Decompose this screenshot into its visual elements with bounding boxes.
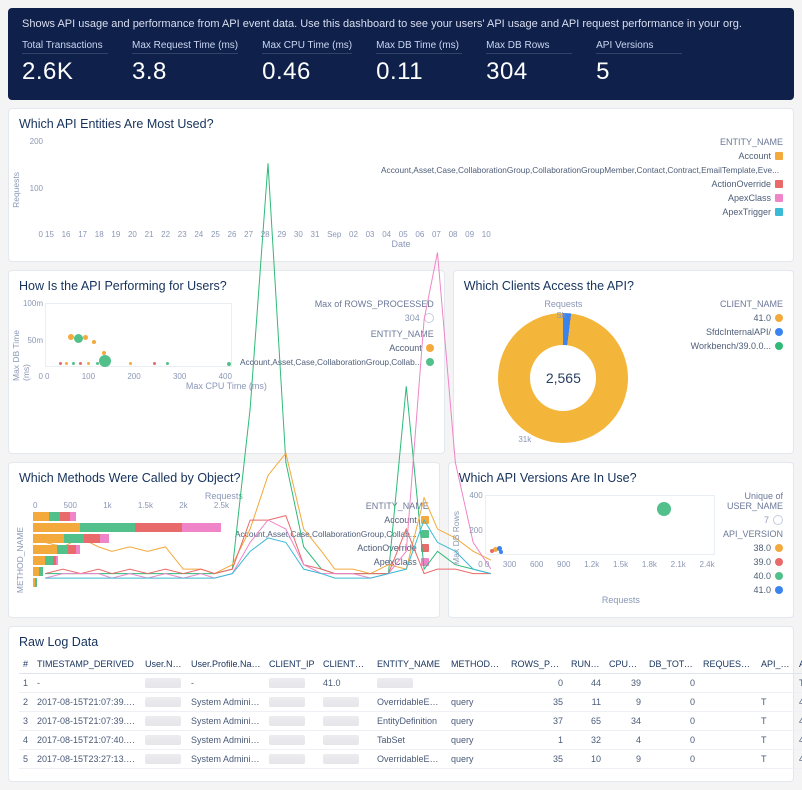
legend-label: 41.0: [753, 313, 771, 323]
legend-item[interactable]: 39.0: [723, 557, 783, 567]
legend-label: 41.0: [753, 585, 771, 595]
legend-item[interactable]: ApexClass: [503, 193, 783, 203]
x-axis-ticks: 0100200300400: [45, 372, 232, 381]
legend-item[interactable]: Account: [503, 151, 783, 161]
y-axis-ticks: 2001000: [21, 137, 43, 239]
kpi-max-request-time[interactable]: Max Request Time (ms) 3.8: [132, 40, 238, 86]
x-axis-ticks: 03006009001.2k1.5k1.8k2.1k2.4k: [485, 560, 715, 569]
kpi-row: Total Transactions 2.6K Max Request Time…: [22, 40, 780, 86]
legend-item[interactable]: Workbench/39.0.0...: [663, 341, 783, 351]
kpi-api-versions[interactable]: API Versions 5: [596, 40, 682, 86]
donut-center-value: 2,565: [546, 370, 581, 386]
scatter-plot: [485, 495, 715, 555]
table-row[interactable]: 32017-08-15T21:07:39.507ZXXXXXXSystem Ad…: [19, 712, 802, 731]
legend-item[interactable]: SfdcInternalAPI/: [663, 327, 783, 337]
legend-item[interactable]: 38.0: [723, 543, 783, 553]
legend-label: SfdcInternalAPI/: [706, 327, 771, 337]
kpi-value: 5: [596, 58, 682, 86]
kpi-value: 304: [486, 58, 572, 86]
hero-banner: Shows API usage and performance from API…: [8, 8, 794, 100]
legend-label: ApexTrigger: [722, 207, 771, 217]
hero-description: Shows API usage and performance from API…: [22, 18, 780, 30]
legend-item[interactable]: ApexTrigger: [503, 207, 783, 217]
kpi-total-transactions[interactable]: Total Transactions 2.6K: [22, 40, 108, 86]
kpi-value: 2.6K: [22, 58, 108, 86]
entities-chart-card[interactable]: Which API Entities Are Most Used? 200100…: [8, 108, 794, 262]
chart-title: Which API Versions Are In Use?: [459, 471, 783, 485]
legend-item[interactable]: Account,Asset,Case,CollaborationGroup,Co…: [503, 165, 783, 175]
table-row[interactable]: 1-XXXXXX-XXXXXX41.0XXXXXX044390T: [19, 674, 802, 693]
kpi-label: API Versions: [596, 40, 682, 54]
legend-swatch: [775, 342, 783, 350]
kpi-value: 0.11: [376, 58, 462, 86]
x-axis-ticks: 1516171819202122232425262728293031Sep020…: [45, 230, 491, 239]
legend-swatch: [775, 208, 783, 216]
y-axis-label: METHOD_NAME: [15, 527, 25, 593]
legend-unique-label: Unique of USER_NAME: [723, 491, 783, 511]
raw-log-card[interactable]: Raw Log Data #TIMESTAMP_DERIVEDUser.Name…: [8, 626, 794, 782]
chart-title: Which Clients Access the API?: [464, 279, 783, 293]
legend-swatch: [775, 572, 783, 580]
kpi-max-db-rows[interactable]: Max DB Rows 304: [486, 40, 572, 86]
table-row[interactable]: 42017-08-15T21:07:40.295ZXXXXXXSystem Ad…: [19, 731, 802, 750]
legend-swatch: [775, 558, 783, 566]
raw-log-table[interactable]: #TIMESTAMP_DERIVEDUser.NameUser.Profile.…: [19, 655, 802, 769]
bubble-size-icon: [773, 515, 783, 525]
kpi-label: Max CPU Time (ms): [262, 40, 352, 54]
chart-title: Which API Entities Are Most Used?: [19, 117, 783, 131]
y-axis-label: Requests: [11, 172, 21, 208]
kpi-value: 3.8: [132, 58, 238, 86]
legend-swatch: [775, 328, 783, 336]
legend-header: CLIENT_NAME: [663, 299, 783, 309]
y-axis-label: Max DB Rows: [451, 511, 461, 565]
legend-header: API_VERSION: [723, 529, 783, 539]
donut-center-label: Requests: [464, 299, 663, 309]
legend-swatch: [775, 544, 783, 552]
legend-swatch: [775, 314, 783, 322]
versions-chart-card[interactable]: Which API Versions Are In Use? 4002000 0…: [448, 462, 794, 618]
table-header-row: #TIMESTAMP_DERIVEDUser.NameUser.Profile.…: [19, 655, 802, 674]
x-axis-label: Requests: [459, 595, 783, 605]
legend-header: ENTITY_NAME: [503, 137, 783, 147]
x-axis-ticks: 05001k1.5k2k2.5k: [33, 501, 229, 510]
table-row[interactable]: 52017-08-15T23:27:13.172ZXXXXXXSystem Ad…: [19, 750, 802, 769]
y-axis-ticks: 4002000: [461, 491, 483, 569]
legend-label: 40.0: [753, 571, 771, 581]
legend-label: Account: [738, 151, 771, 161]
kpi-max-cpu-time[interactable]: Max CPU Time (ms) 0.46: [262, 40, 352, 86]
legend-swatch: [775, 152, 783, 160]
kpi-label: Total Transactions: [22, 40, 108, 54]
legend-swatch: [775, 180, 783, 188]
kpi-label: Max DB Rows: [486, 40, 572, 54]
kpi-value: 0.46: [262, 58, 352, 86]
legend-unique-value: 7: [723, 515, 783, 525]
table-row[interactable]: 22017-08-15T21:07:39.439ZXXXXXXSystem Ad…: [19, 693, 802, 712]
kpi-label: Max Request Time (ms): [132, 40, 238, 54]
legend-item[interactable]: 41.0: [723, 585, 783, 595]
table-title: Raw Log Data: [19, 635, 783, 649]
legend-swatch: [775, 194, 783, 202]
clients-chart-card[interactable]: Which Clients Access the API? Requests 2…: [453, 270, 794, 454]
bar-plot: [33, 512, 229, 587]
kpi-label: Max DB Time (ms): [376, 40, 462, 54]
legend-item[interactable]: 40.0: [723, 571, 783, 581]
legend-item[interactable]: ActionOverride: [503, 179, 783, 189]
legend-label: 39.0: [753, 557, 771, 567]
donut-chart: 2,565: [498, 313, 628, 443]
legend-item[interactable]: 41.0: [663, 313, 783, 323]
legend-swatch: [775, 586, 783, 594]
y-axis-label: Max DB Time (ms): [11, 315, 31, 381]
legend-label: ApexClass: [728, 193, 771, 203]
scatter-plot: [45, 303, 232, 367]
legend-label: Workbench/39.0.0...: [691, 341, 771, 351]
kpi-max-db-time[interactable]: Max DB Time (ms) 0.11: [376, 40, 462, 86]
legend-label: ActionOverride: [711, 179, 771, 189]
legend-label: 38.0: [753, 543, 771, 553]
